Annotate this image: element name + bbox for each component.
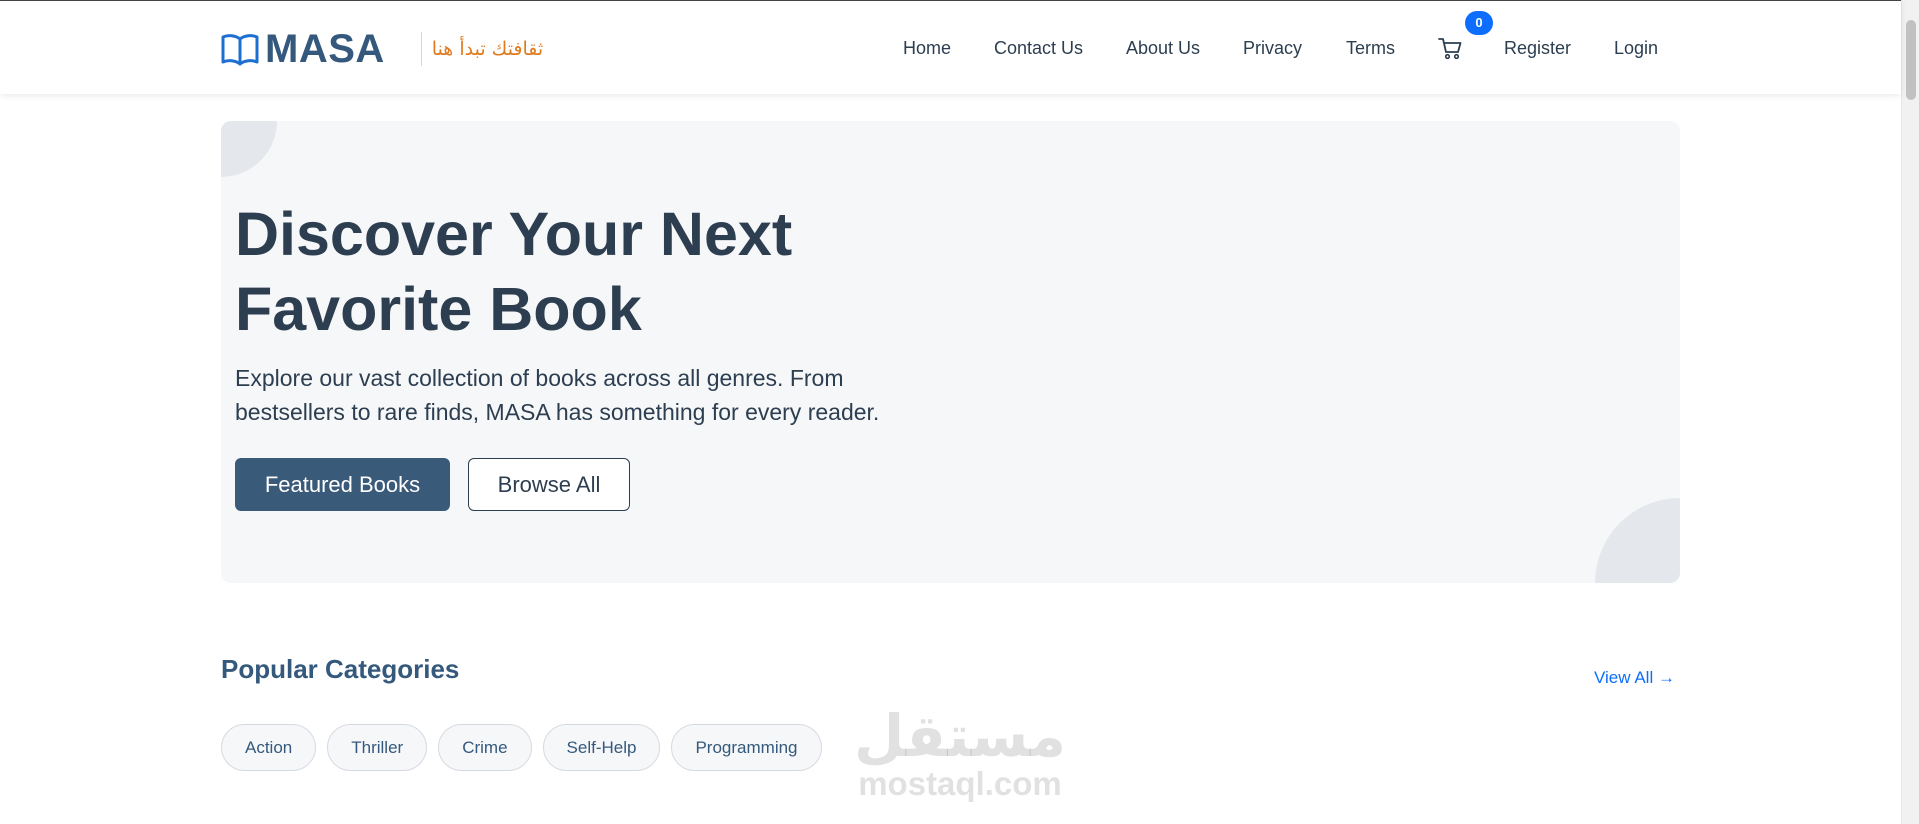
category-chip-thriller[interactable]: Thriller [327, 724, 428, 771]
watermark-latin: mostaql.com [858, 765, 1062, 802]
nav-privacy[interactable]: Privacy [1243, 37, 1302, 59]
category-chips: Action Thriller Crime Self-Help Programm… [221, 724, 822, 771]
page-scrollbar[interactable] [1901, 0, 1919, 824]
hero-description: Explore our vast collection of books acr… [235, 365, 880, 425]
view-all-link[interactable]: View All → [1594, 668, 1675, 688]
nav-contact-us[interactable]: Contact Us [994, 37, 1083, 59]
nav-register[interactable]: Register [1504, 37, 1571, 59]
watermark-arabic: مستقل [853, 702, 1067, 770]
nav-home[interactable]: Home [903, 37, 951, 59]
hero-decoration-top-left [221, 121, 277, 177]
cart-icon[interactable] [1437, 35, 1463, 61]
category-chip-programming[interactable]: Programming [671, 724, 822, 771]
category-chip-crime[interactable]: Crime [438, 724, 532, 771]
nav-about-us[interactable]: About Us [1126, 37, 1200, 59]
category-chip-action[interactable]: Action [221, 724, 317, 771]
hero-decoration-bottom-right [1595, 498, 1680, 583]
featured-books-button[interactable]: Featured Books [235, 458, 450, 511]
hero-section: Discover Your Next Favorite Book Explore… [221, 121, 1680, 583]
nav-terms[interactable]: Terms [1346, 37, 1395, 59]
nav-links: Home Contact Us About Us Privacy Terms R… [0, 37, 1901, 61]
browse-all-button[interactable]: Browse All [468, 458, 630, 511]
category-chip-self-help[interactable]: Self-Help [542, 724, 661, 771]
hero-title: Discover Your Next Favorite Book [235, 200, 793, 343]
nav-login[interactable]: Login [1614, 37, 1658, 59]
scrollbar-thumb[interactable] [1906, 20, 1916, 100]
watermark: مستقل mostaql.com [850, 706, 1070, 802]
navbar: MASA ثقافتك تبدأ هنا Home Contact Us Abo… [0, 0, 1901, 94]
cart-count-badge: 0 [1465, 11, 1493, 35]
popular-categories-title: Popular Categories [221, 654, 460, 684]
